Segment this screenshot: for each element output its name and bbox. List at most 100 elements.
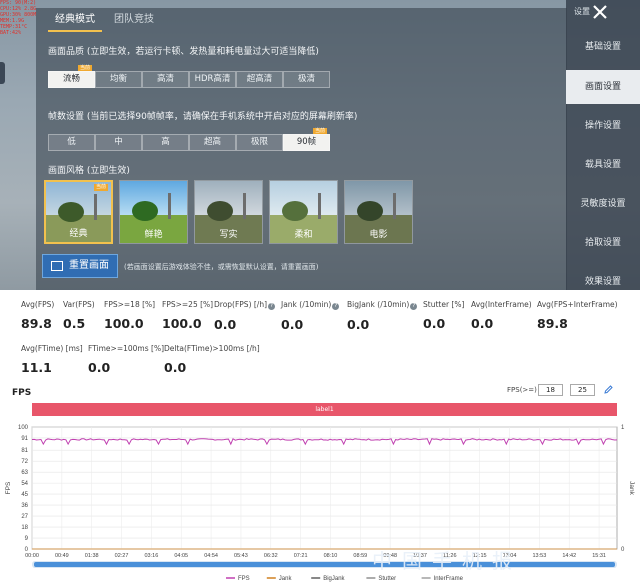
close-icon[interactable] <box>590 2 610 22</box>
y2-tick-label: 1 <box>621 425 625 431</box>
y-tick-label: 81 <box>21 448 28 454</box>
sidebar-item-effects[interactable]: 效果设置 <box>566 265 640 290</box>
y-tick-label: 91 <box>21 436 28 442</box>
style-label: 电影 <box>369 230 388 240</box>
x-tick-label: 05:43 <box>234 553 248 559</box>
stat-var-fps: Var(FPS) 0.5 <box>63 300 95 331</box>
stat-avg-fps: Avg(FPS) 89.8 <box>21 300 55 331</box>
style-card-realistic[interactable]: 写实 <box>194 180 263 244</box>
legend-label: BigJank <box>323 576 345 582</box>
tab-team-deathmatch[interactable]: 团队竞技 <box>114 8 162 32</box>
frame-option-low[interactable]: 低 <box>48 134 95 151</box>
tab-classic-mode[interactable]: 经典模式 <box>48 8 102 32</box>
sidebar-item-pickup[interactable]: 拾取设置 <box>566 226 640 260</box>
y-tick-label: 100 <box>18 425 29 431</box>
plot-area <box>31 426 618 550</box>
sidebar-item-basic[interactable]: 基础设置 <box>566 30 640 64</box>
fps-threshold-input-1[interactable]: 18 <box>538 384 563 396</box>
style-card-vivid[interactable]: 鲜艳 <box>119 180 188 244</box>
style-label: 柔和 <box>294 230 313 240</box>
frame-option-extreme[interactable]: 极限 <box>236 134 283 151</box>
y-axis-label: FPS <box>5 481 12 494</box>
frame-option-very-high[interactable]: 超高 <box>189 134 236 151</box>
frame-option-high[interactable]: 高 <box>142 134 189 151</box>
frame-option-90fps[interactable]: 当前 90帧 <box>283 128 330 151</box>
current-badge: 当前 <box>312 128 327 134</box>
x-tick-label: 08:59 <box>353 553 367 559</box>
quality-option-balanced[interactable]: 均衡 <box>95 71 142 88</box>
edit-icon[interactable] <box>604 385 613 394</box>
stat-fps-18: FPS>=18 [%] 100.0 <box>104 300 156 331</box>
x-tick-label: 04:54 <box>204 553 218 559</box>
stat-ftime-100: FTime>=100ms [%] 0.0 <box>88 344 164 375</box>
frame-section-title: 帧数设置 (当前已选择90帧帧率，请确保在手机系统中开启对应的屏幕刷新率) <box>48 112 358 122</box>
quality-option-smooth[interactable]: 当前 流畅 <box>48 65 95 88</box>
x-tick-label: 13:53 <box>533 553 547 559</box>
x-tick-label: 00:49 <box>55 553 69 559</box>
y-tick-label: 45 <box>21 492 28 498</box>
fps-threshold-input-2[interactable]: 25 <box>570 384 595 396</box>
quality-section-title: 画面品质 (立即生效，若运行卡顿、发热量和耗电量过大可适当降低) <box>48 47 319 57</box>
fps-line-chart: 0 9 18 27 36 45 54 63 72 81 91 100 00:00 00:49 01:38 02… <box>5 425 635 582</box>
stat-delta-ftime: Delta(FTime)>100ms [/h] 0.0 <box>164 344 260 375</box>
frame-option-medium[interactable]: 中 <box>95 134 142 151</box>
style-label: 经典 <box>69 229 88 239</box>
quality-option-hd[interactable]: 高清 <box>142 71 189 88</box>
x-tick-label: 04:05 <box>174 553 188 559</box>
sidebar-item-graphics[interactable]: 画面设置 <box>566 70 640 104</box>
label-bar[interactable]: label1 <box>32 403 617 416</box>
reset-graphics-button[interactable]: 重置画面 <box>42 254 118 278</box>
y-tick-label: 63 <box>21 470 28 476</box>
reset-note: (若画面设置后游戏体验不佳，或需恢复默认设置，请重置画面) <box>124 263 319 271</box>
sidebar-title: 设置 <box>574 7 590 16</box>
style-card-soft[interactable]: 柔和 <box>269 180 338 244</box>
sidebar-item-sensitivity[interactable]: 灵敏度设置 <box>566 187 640 221</box>
style-label: 鲜艳 <box>144 230 163 240</box>
x-tick-label: 07:21 <box>294 553 308 559</box>
x-tick-label: 00:00 <box>25 553 39 559</box>
quality-option-hdr[interactable]: HDR高清 <box>189 71 236 88</box>
screen-icon <box>51 261 63 271</box>
y-tick-label: 18 <box>21 525 28 531</box>
chart-title: FPS <box>12 388 32 398</box>
watermark: 中国手机报 <box>372 549 522 573</box>
style-section-title: 画面风格 (立即生效) <box>48 166 130 176</box>
game-settings-screenshot: FPS: 90(M:2) CPU:12% 2.8G GPU:30% 800M MEM:… <box>0 0 640 290</box>
legend-label: Jank <box>279 576 293 582</box>
quality-option-extreme[interactable]: 极清 <box>283 71 330 88</box>
fps-overlay-line: BAT:42% <box>0 30 22 36</box>
y-tick-label: 36 <box>21 503 28 509</box>
y2-tick-label: 0 <box>621 547 625 553</box>
legend-label: FPS <box>238 576 250 582</box>
style-label: 写实 <box>219 230 238 240</box>
frame-options: 低 中 高 超高 极限 当前 90帧 <box>48 128 330 151</box>
help-icon[interactable]: ? <box>410 303 418 310</box>
fps-debug-overlay: FPS: 90(M:2) CPU:12% 2.8G GPU:30% 800M MEM:… <box>0 0 36 36</box>
help-icon[interactable]: ? <box>268 303 276 310</box>
legend-label: InterFrame <box>434 576 464 582</box>
x-tick-label: 01:38 <box>85 553 99 559</box>
current-badge: 当前 <box>77 65 92 71</box>
x-tick-label: 15:31 <box>592 553 606 559</box>
sidebar-item-controls[interactable]: 操作设置 <box>566 109 640 143</box>
style-card-cinema[interactable]: 电影 <box>344 180 413 244</box>
y-tick-label: 72 <box>21 459 28 465</box>
style-card-classic[interactable]: 当前 经典 <box>44 180 113 244</box>
stat-drop-fps: Drop(FPS) [/h]? 0.0 <box>214 300 276 332</box>
stat-stutter: Stutter [%] 0.0 <box>423 300 465 331</box>
sidebar-item-vehicle[interactable]: 载具设置 <box>566 148 640 182</box>
help-icon[interactable]: ? <box>332 303 340 310</box>
left-edge-tab[interactable] <box>0 62 5 84</box>
stat-bigjank: BigJank (/10min)? 0.0 <box>347 300 418 332</box>
y-tick-label: 27 <box>21 514 28 520</box>
x-tick-label: 02:27 <box>115 553 129 559</box>
stat-avg-interframe: Avg(InterFrame) 0.0 <box>471 300 532 331</box>
stat-avg-fps-interframe: Avg(FPS+InterFrame) 89.8 <box>537 300 618 331</box>
timeline-scroll-thumb <box>34 562 615 567</box>
x-tick-label: 06:32 <box>264 553 278 559</box>
quality-option-ultra-hd[interactable]: 超高清 <box>236 71 283 88</box>
current-badge: 当前 <box>93 184 108 191</box>
stat-fps-25: FPS>=25 [%] 100.0 <box>162 300 214 331</box>
y-tick-label: 54 <box>21 481 28 487</box>
legend-label: Stutter <box>378 576 396 582</box>
